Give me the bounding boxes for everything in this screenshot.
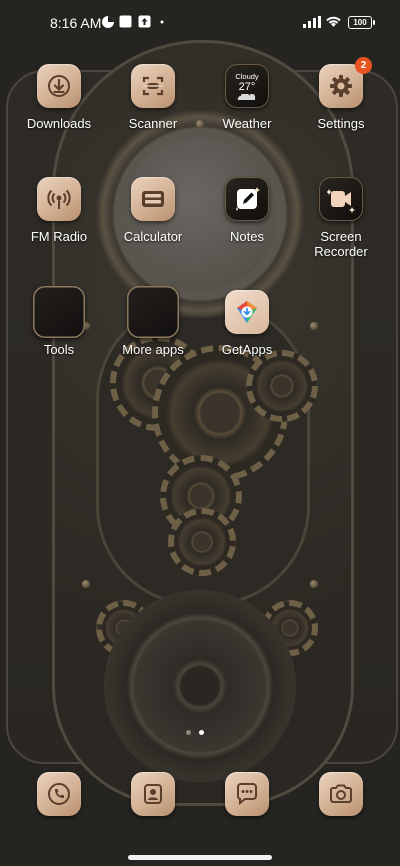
page-indicator: [186, 730, 204, 735]
phone-icon: [37, 772, 81, 816]
app-label: Calculator: [123, 229, 183, 244]
contacts-icon: [131, 772, 175, 816]
app-weather[interactable]: Cloudy 27° Weather: [201, 64, 293, 131]
weather-condition: Cloudy: [235, 72, 259, 81]
pencil-icon: [225, 177, 269, 221]
upload-arrow-icon: [138, 15, 151, 28]
calculator-icon: [131, 177, 175, 221]
app-label: Scanner: [128, 116, 178, 131]
getapps-icon: [225, 290, 269, 334]
app-label: Weather: [222, 116, 272, 131]
app-calculator[interactable]: Calculator: [107, 177, 199, 244]
page-dot[interactable]: [186, 730, 191, 735]
dock-phone[interactable]: [13, 772, 105, 816]
app-label: Downloads: [26, 116, 92, 131]
cloud-icon: [237, 94, 256, 100]
app-downloads[interactable]: Downloads: [13, 64, 105, 131]
app-settings[interactable]: 2 Settings: [295, 57, 387, 131]
folder-tools[interactable]: Tools: [13, 286, 105, 357]
app-label: Notes: [230, 229, 264, 244]
signal-bars-icon: [303, 16, 321, 28]
status-bar: 8:16 AM 100: [0, 0, 400, 44]
wallpaper-bottom-dial: [104, 590, 296, 782]
chat-bubble-icon: [225, 772, 269, 816]
page-dot-active[interactable]: [199, 730, 204, 735]
weather-icon: Cloudy 27°: [225, 64, 269, 108]
wallpaper-gear: [246, 350, 318, 422]
scanner-icon: [131, 64, 175, 108]
wallpaper-gear: [168, 508, 236, 576]
video-camera-icon: [319, 177, 363, 221]
home-indicator[interactable]: [128, 855, 272, 860]
wallpaper-rivet: [82, 580, 90, 588]
battery-icon: 100: [348, 16, 375, 29]
folder-label: More apps: [122, 342, 184, 357]
folder-more-apps[interactable]: More apps: [107, 286, 199, 357]
app-label: GetApps: [221, 342, 273, 357]
gear-icon: 2: [319, 57, 372, 108]
camera-icon: [319, 772, 363, 816]
status-time: 8:16 AM: [50, 15, 102, 31]
weather-temperature: 27°: [238, 81, 256, 93]
dock-camera[interactable]: [295, 772, 387, 816]
download-icon: [37, 64, 81, 108]
notification-square-icon: [119, 15, 132, 28]
app-screen-recorder[interactable]: Screen Recorder: [295, 177, 387, 259]
folder-icon: [33, 286, 85, 338]
dock-contacts[interactable]: [107, 772, 199, 816]
app-label: Settings: [317, 116, 365, 131]
data-saver-icon: [102, 16, 114, 28]
app-scanner[interactable]: Scanner: [107, 64, 199, 131]
folder-icon: [127, 286, 179, 338]
notification-badge: 2: [355, 57, 372, 74]
app-notes[interactable]: Notes: [201, 177, 293, 244]
wallpaper-rivet: [310, 322, 318, 330]
app-label: FM Radio: [30, 229, 88, 244]
app-fm-radio[interactable]: FM Radio: [13, 177, 105, 244]
radio-icon: [37, 177, 81, 221]
dot-icon: [160, 20, 164, 24]
wallpaper-rivet: [310, 580, 318, 588]
dock-messages[interactable]: [201, 772, 293, 816]
folder-label: Tools: [43, 342, 75, 357]
app-getapps[interactable]: GetApps: [201, 290, 293, 357]
wifi-icon: [326, 16, 341, 27]
app-label: Screen Recorder: [314, 229, 368, 259]
